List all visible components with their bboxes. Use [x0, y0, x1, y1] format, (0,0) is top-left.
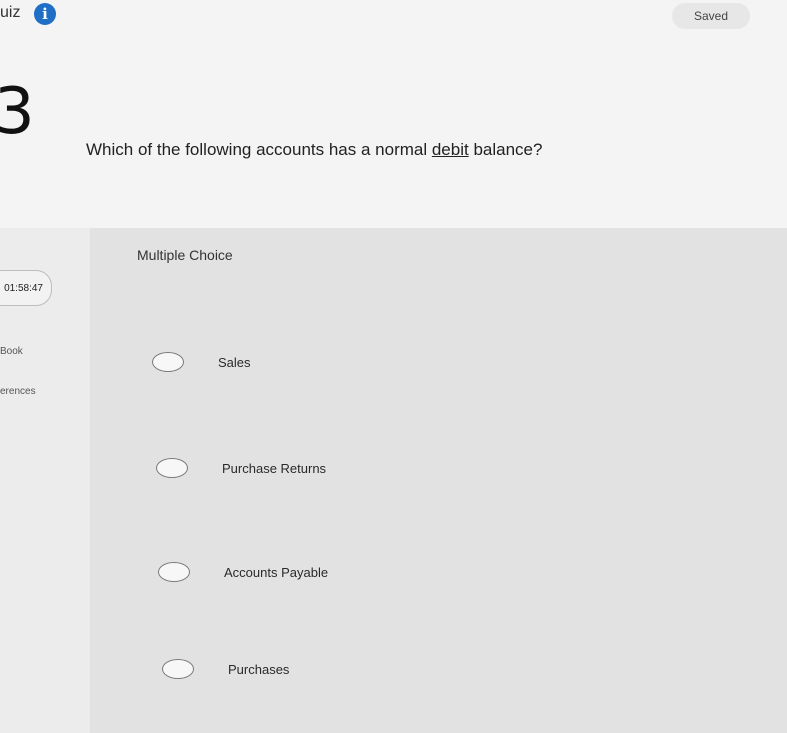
question-text-part: Which of the following accounts has a no… — [86, 140, 432, 159]
radio-button[interactable] — [162, 659, 194, 679]
option-label: Accounts Payable — [224, 564, 329, 580]
question-text-emphasis: debit — [431, 140, 469, 159]
question-number: 3 — [0, 75, 35, 149]
quiz-title: uiz — [0, 4, 21, 21]
radio-button[interactable] — [156, 458, 188, 478]
option-accounts-payable[interactable]: Accounts Payable — [158, 555, 328, 589]
question-text-part: balance? — [468, 140, 543, 159]
radio-button[interactable] — [152, 352, 184, 372]
option-label: Sales — [218, 354, 251, 370]
top-bar: uiz i Saved — [0, 0, 787, 36]
option-purchase-returns[interactable]: Purchase Returns — [156, 451, 326, 485]
question-area: 3 Which of the following accounts has a … — [0, 36, 787, 228]
question-text: Which of the following accounts has a no… — [86, 140, 542, 160]
question-type-label: Multiple Choice — [137, 247, 233, 263]
option-label: Purchases — [228, 661, 290, 677]
ebook-link[interactable]: Book — [0, 346, 23, 357]
option-purchases[interactable]: Purchases — [162, 652, 289, 686]
saved-status: Saved — [672, 3, 750, 29]
radio-button[interactable] — [158, 562, 190, 582]
option-label: Purchase Returns — [222, 460, 327, 476]
option-sales[interactable]: Sales — [152, 345, 251, 379]
info-icon[interactable]: i — [34, 3, 56, 25]
references-link[interactable]: erences — [0, 386, 36, 397]
timer: 01:58:47 — [0, 270, 52, 306]
